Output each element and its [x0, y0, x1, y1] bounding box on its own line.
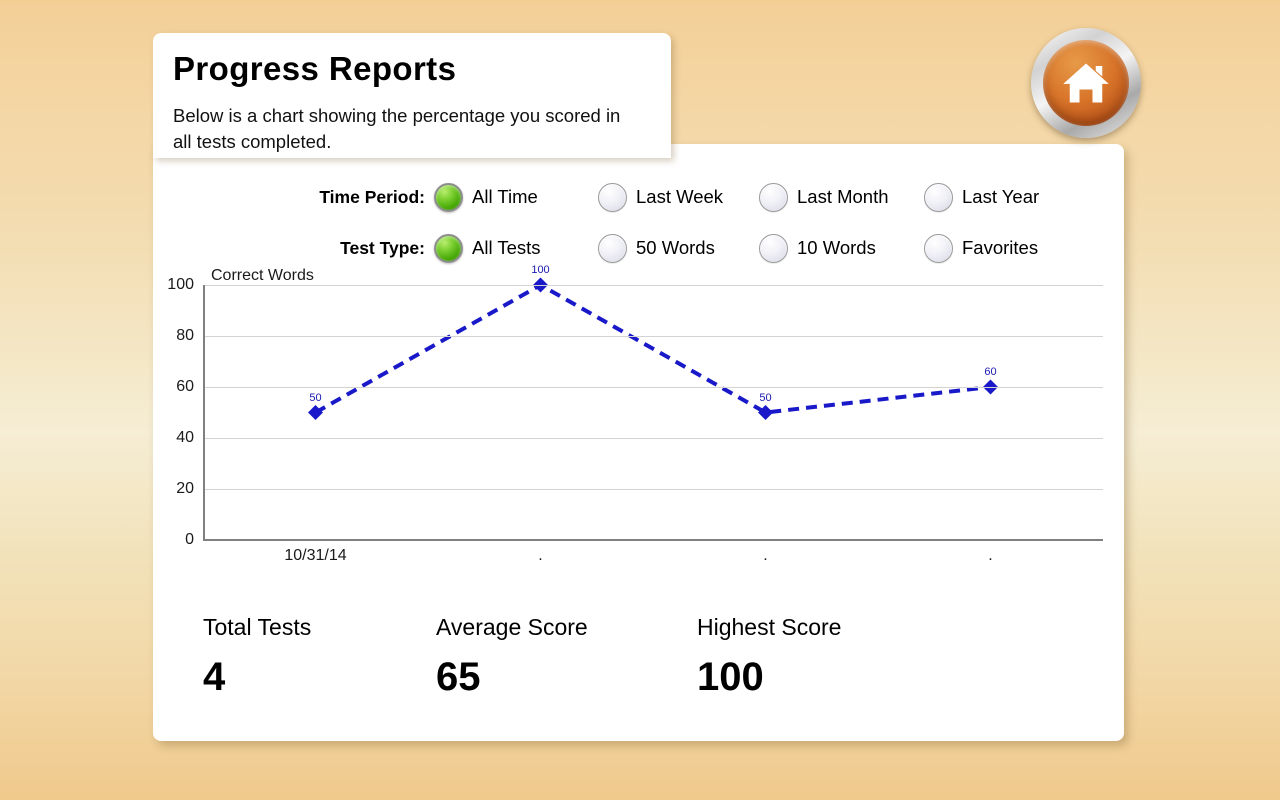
- filter-label-time-period: Time Period:: [319, 186, 425, 207]
- chart-plot-area: 0 20 40 60 80 100 10/31/14... 50 100 50 60: [167, 264, 1103, 564]
- chart-y-tick-label: 0: [185, 531, 194, 548]
- chart-gridline: [205, 438, 1103, 439]
- chart-gridline: [205, 387, 1103, 388]
- stat-label-average-score: Average Score: [436, 614, 588, 640]
- stat-label-highest-score: Highest Score: [697, 614, 842, 640]
- chart-series-line: [308, 277, 998, 420]
- chart-point-label: 50: [309, 391, 322, 404]
- header-card: Progress Reports Below is a chart showin…: [153, 33, 671, 158]
- chart-point-label: 100: [531, 264, 550, 276]
- chart-gridline: [205, 285, 1103, 286]
- stat-label-total-tests: Total Tests: [203, 614, 312, 640]
- stat-value-highest-score: 100: [697, 655, 764, 699]
- progress-reports-screen: Progress Reports Below is a chart showin…: [0, 0, 1280, 800]
- page-subtitle: Below is a chart showing the percentage …: [173, 105, 621, 152]
- chart-y-tick-label: 20: [176, 480, 194, 497]
- filter-row-test-type: Test Type: All Tests 50 Words 10 Words F…: [153, 230, 1124, 266]
- stat-highest-score: Highest Score 100: [697, 614, 841, 700]
- radio-option-favorites[interactable]: Favorites: [924, 233, 1039, 263]
- radio-option-50-words[interactable]: 50 Words: [598, 233, 715, 263]
- radio-label-last-week: Last Week: [636, 186, 724, 207]
- radio-option-all-time[interactable]: All Time: [434, 182, 538, 212]
- home-icon: [1063, 63, 1109, 103]
- radio-label-all-tests: All Tests: [472, 237, 541, 258]
- radio-option-10-words[interactable]: 10 Words: [759, 233, 876, 263]
- chart-x-tick-label: 10/31/14: [284, 547, 347, 564]
- chart-title: Correct Words: [211, 267, 314, 284]
- chart-y-tick-label: 40: [176, 429, 194, 446]
- progress-chart: Correct Words 0 20 40 60 80 100 10/31/14... 50 1…: [153, 264, 1124, 604]
- chart-gridline: [205, 336, 1103, 337]
- chart-point-label: 60: [984, 366, 997, 378]
- radio-icon-all-tests[interactable]: [434, 233, 463, 263]
- chart-x-tick-label: .: [538, 547, 543, 564]
- stat-average-score: Average Score 65: [436, 614, 588, 700]
- radio-label-50-words: 50 Words: [636, 237, 715, 258]
- chart-y-tick-label: 100: [167, 276, 194, 293]
- chart-point-label: 50: [759, 391, 772, 404]
- home-button-face: [1043, 40, 1129, 126]
- radio-icon-last-month[interactable]: [759, 182, 788, 212]
- chart-x-tick-label: .: [988, 547, 993, 564]
- radio-option-last-week[interactable]: Last Week: [598, 182, 724, 212]
- radio-label-favorites: Favorites: [962, 237, 1039, 258]
- radio-icon-50-words[interactable]: [598, 233, 627, 263]
- radio-option-last-year[interactable]: Last Year: [924, 182, 1040, 212]
- chart-x-tick-label: .: [763, 547, 768, 564]
- chart-y-tick-label: 60: [176, 378, 194, 395]
- main-card: Time Period: All Time Last Week Last Mon…: [153, 144, 1124, 741]
- radio-icon-10-words[interactable]: [759, 233, 788, 263]
- home-button[interactable]: [1031, 28, 1141, 138]
- stat-value-average-score: 65: [436, 655, 481, 699]
- filter-label-test-type: Test Type:: [340, 237, 425, 258]
- radio-label-last-month: Last Month: [797, 186, 889, 207]
- stat-total-tests: Total Tests 4: [203, 614, 311, 700]
- chart-y-tick-label: 80: [176, 327, 194, 344]
- radio-icon-favorites[interactable]: [924, 233, 953, 263]
- filter-row-time-period: Time Period: All Time Last Week Last Mon…: [153, 179, 1124, 215]
- radio-label-10-words: 10 Words: [797, 237, 876, 258]
- stat-value-total-tests: 4: [203, 655, 226, 699]
- radio-label-last-year: Last Year: [962, 186, 1040, 207]
- page-title: Progress Reports: [173, 50, 457, 87]
- chart-gridline: [205, 489, 1103, 490]
- summary-stats: Total Tests 4 Average Score 65 Highest S…: [153, 614, 1124, 724]
- radio-label-all-time: All Time: [472, 186, 538, 207]
- radio-icon-last-year[interactable]: [924, 182, 953, 212]
- radio-icon-last-week[interactable]: [598, 182, 627, 212]
- radio-option-all-tests[interactable]: All Tests: [434, 233, 541, 263]
- radio-icon-all-time[interactable]: [434, 182, 463, 212]
- radio-option-last-month[interactable]: Last Month: [759, 182, 889, 212]
